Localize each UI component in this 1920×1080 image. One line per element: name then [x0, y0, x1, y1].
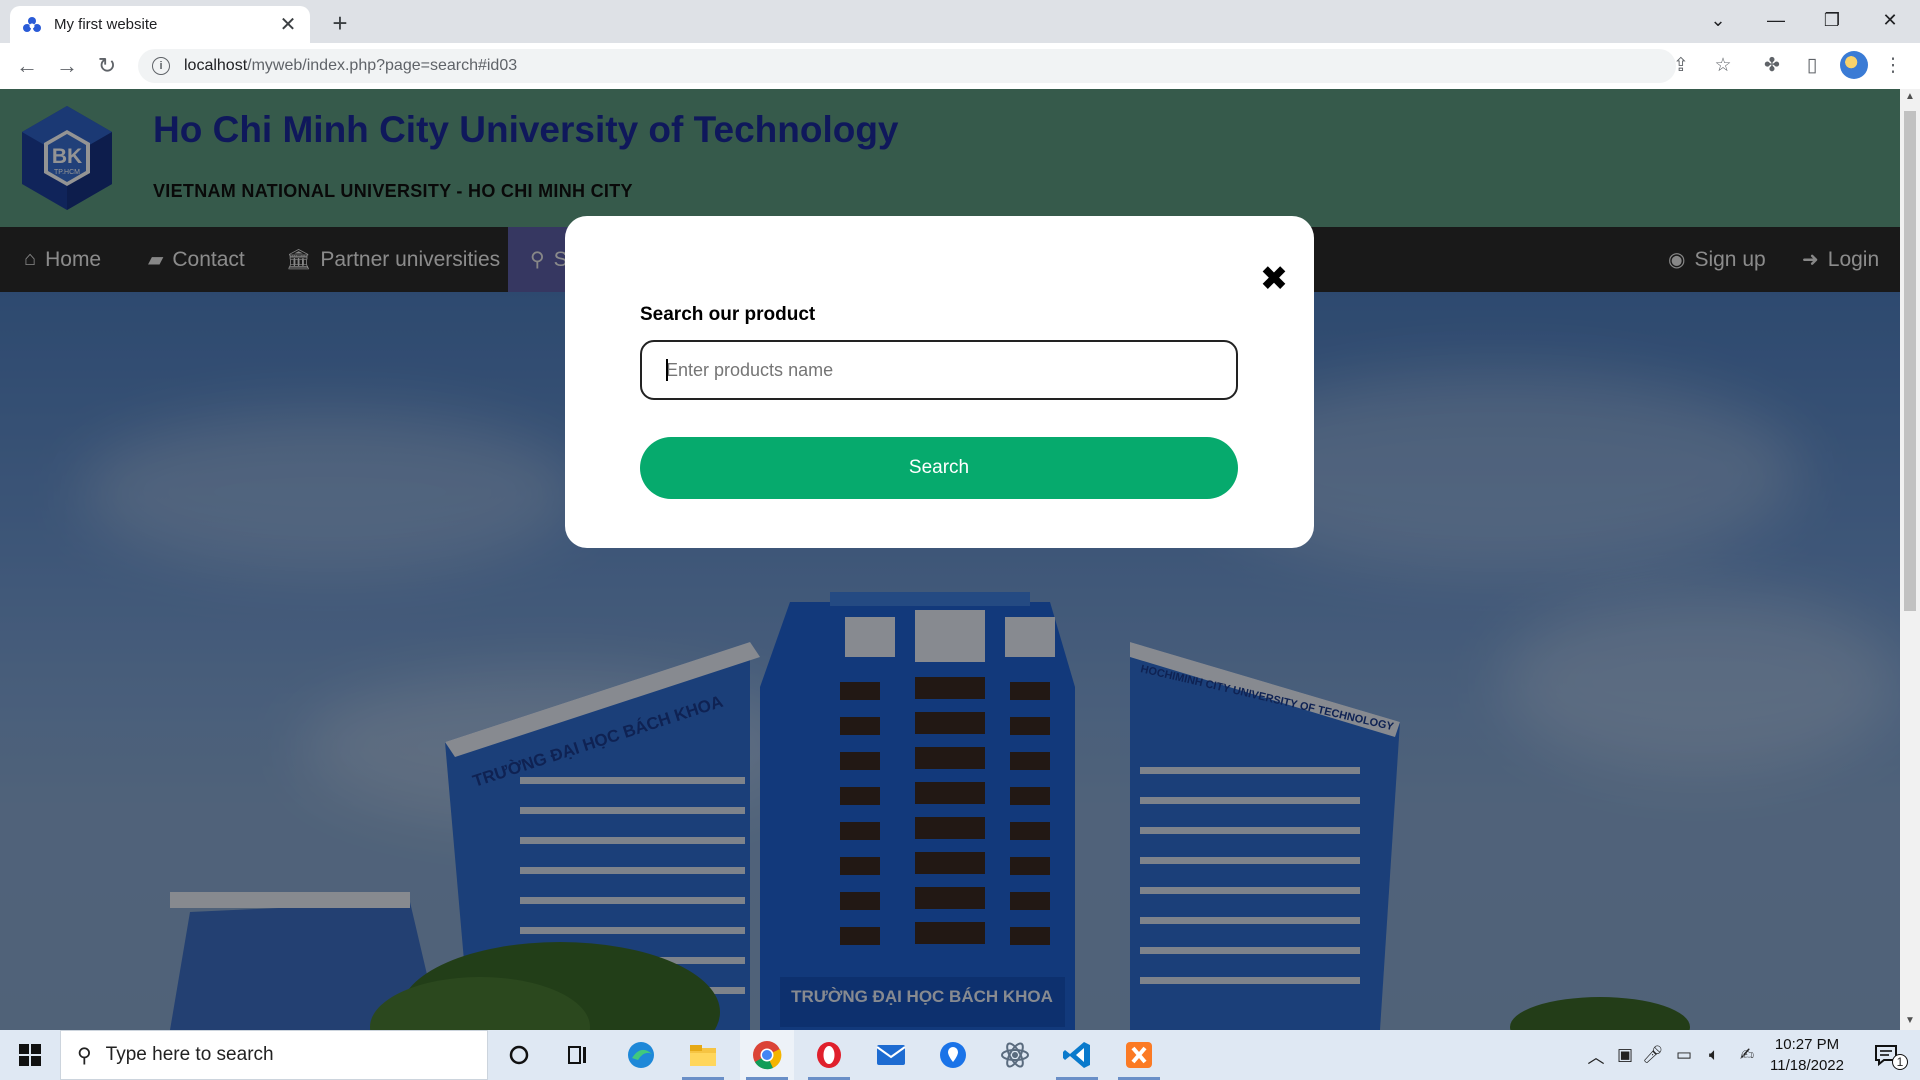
microphone-icon[interactable]: 🎤︎	[1640, 1030, 1666, 1080]
back-icon[interactable]: ←	[13, 52, 41, 80]
maps-icon[interactable]	[926, 1030, 980, 1080]
scroll-down-arrow-icon[interactable]: ▼	[1905, 1015, 1915, 1026]
windows-taskbar: ⚲ Type here to search ︿ ▣ 🎤︎ ▭ 🔈︎ ✍︎ 10:…	[0, 1030, 1920, 1080]
side-panel-icon[interactable]: ▯	[1799, 52, 1825, 78]
modal-close-icon[interactable]: ✖	[1257, 262, 1291, 296]
site-favicon-icon	[23, 16, 41, 32]
scroll-up-arrow-icon[interactable]: ▲	[1905, 91, 1915, 102]
notification-count-badge: 1	[1892, 1054, 1908, 1070]
extensions-puzzle-icon[interactable]: ✤	[1759, 52, 1785, 78]
page-viewport: BK TP.HCM Ho Chi Minh City University of…	[0, 89, 1900, 1030]
taskbar-search-placeholder: Type here to search	[105, 1044, 274, 1065]
tab-title: My first website	[54, 16, 158, 33]
cortana-icon[interactable]	[492, 1030, 546, 1080]
tab-search-chevron-icon[interactable]: ⌄	[1690, 0, 1746, 40]
volume-icon[interactable]: 🔈︎	[1700, 1030, 1728, 1080]
share-icon[interactable]: ⇪	[1668, 52, 1694, 78]
product-search-input[interactable]	[640, 340, 1238, 400]
vscode-icon[interactable]	[1050, 1030, 1104, 1080]
edge-browser-icon[interactable]	[614, 1030, 668, 1080]
scrollbar-thumb[interactable]	[1904, 111, 1916, 611]
search-modal: ✖ Search our product Search	[565, 216, 1314, 548]
xampp-icon[interactable]	[1112, 1030, 1166, 1080]
notification-center-icon[interactable]: 1	[1866, 1030, 1908, 1080]
browser-tab-strip: My first website ✕ + ⌄ — ❐ ✕	[0, 0, 1920, 43]
browser-tab[interactable]: My first website ✕	[10, 6, 310, 43]
site-info-icon[interactable]: i	[152, 57, 170, 75]
new-tab-icon[interactable]: +	[326, 8, 354, 39]
windows-start-icon[interactable]	[0, 1030, 60, 1080]
profile-avatar[interactable]	[1840, 51, 1868, 79]
restore-icon[interactable]: ❐	[1804, 0, 1860, 40]
pen-ink-icon[interactable]: ✍︎	[1733, 1030, 1761, 1080]
address-bar[interactable]: i localhost/myweb/index.php?page=search#…	[138, 49, 1676, 83]
search-label: Search our product	[640, 304, 816, 325]
browser-toolbar: ← → ↻ i localhost/myweb/index.php?page=s…	[0, 43, 1920, 89]
clock-time: 10:27 PM	[1774, 1036, 1840, 1053]
page-scrollbar[interactable]: ▲ ▼	[1900, 89, 1920, 1030]
tab-close-icon[interactable]: ✕	[278, 12, 298, 37]
window-close-icon[interactable]: ✕	[1862, 0, 1918, 40]
bookmark-star-icon[interactable]: ☆	[1710, 52, 1736, 78]
taskbar-search-box[interactable]: ⚲ Type here to search	[60, 1030, 488, 1080]
taskbar-clock[interactable]: 10:27 PM 11/18/2022	[1762, 1034, 1852, 1076]
reload-icon[interactable]: ↻	[93, 52, 121, 80]
mail-icon[interactable]	[864, 1030, 918, 1080]
taskbar-search-icon: ⚲	[77, 1044, 92, 1067]
electron-app-icon[interactable]	[988, 1030, 1042, 1080]
show-hidden-icons-chevron-icon[interactable]: ︿	[1584, 1030, 1608, 1080]
forward-icon[interactable]: →	[53, 52, 81, 80]
search-submit-button[interactable]: Search	[640, 437, 1238, 499]
clock-date: 11/18/2022	[1770, 1057, 1844, 1074]
opera-icon[interactable]	[802, 1030, 856, 1080]
task-view-icon[interactable]	[552, 1030, 606, 1080]
file-explorer-icon[interactable]	[676, 1030, 730, 1080]
url-text: localhost/myweb/index.php?page=search#id…	[184, 57, 518, 74]
minimize-icon[interactable]: —	[1748, 0, 1804, 40]
text-caret	[666, 359, 668, 381]
browser-menu-icon[interactable]: ⋮	[1880, 52, 1906, 78]
chrome-icon[interactable]	[740, 1030, 794, 1080]
battery-icon[interactable]: ▭	[1670, 1030, 1698, 1080]
device-icon[interactable]: ▣	[1612, 1030, 1638, 1080]
